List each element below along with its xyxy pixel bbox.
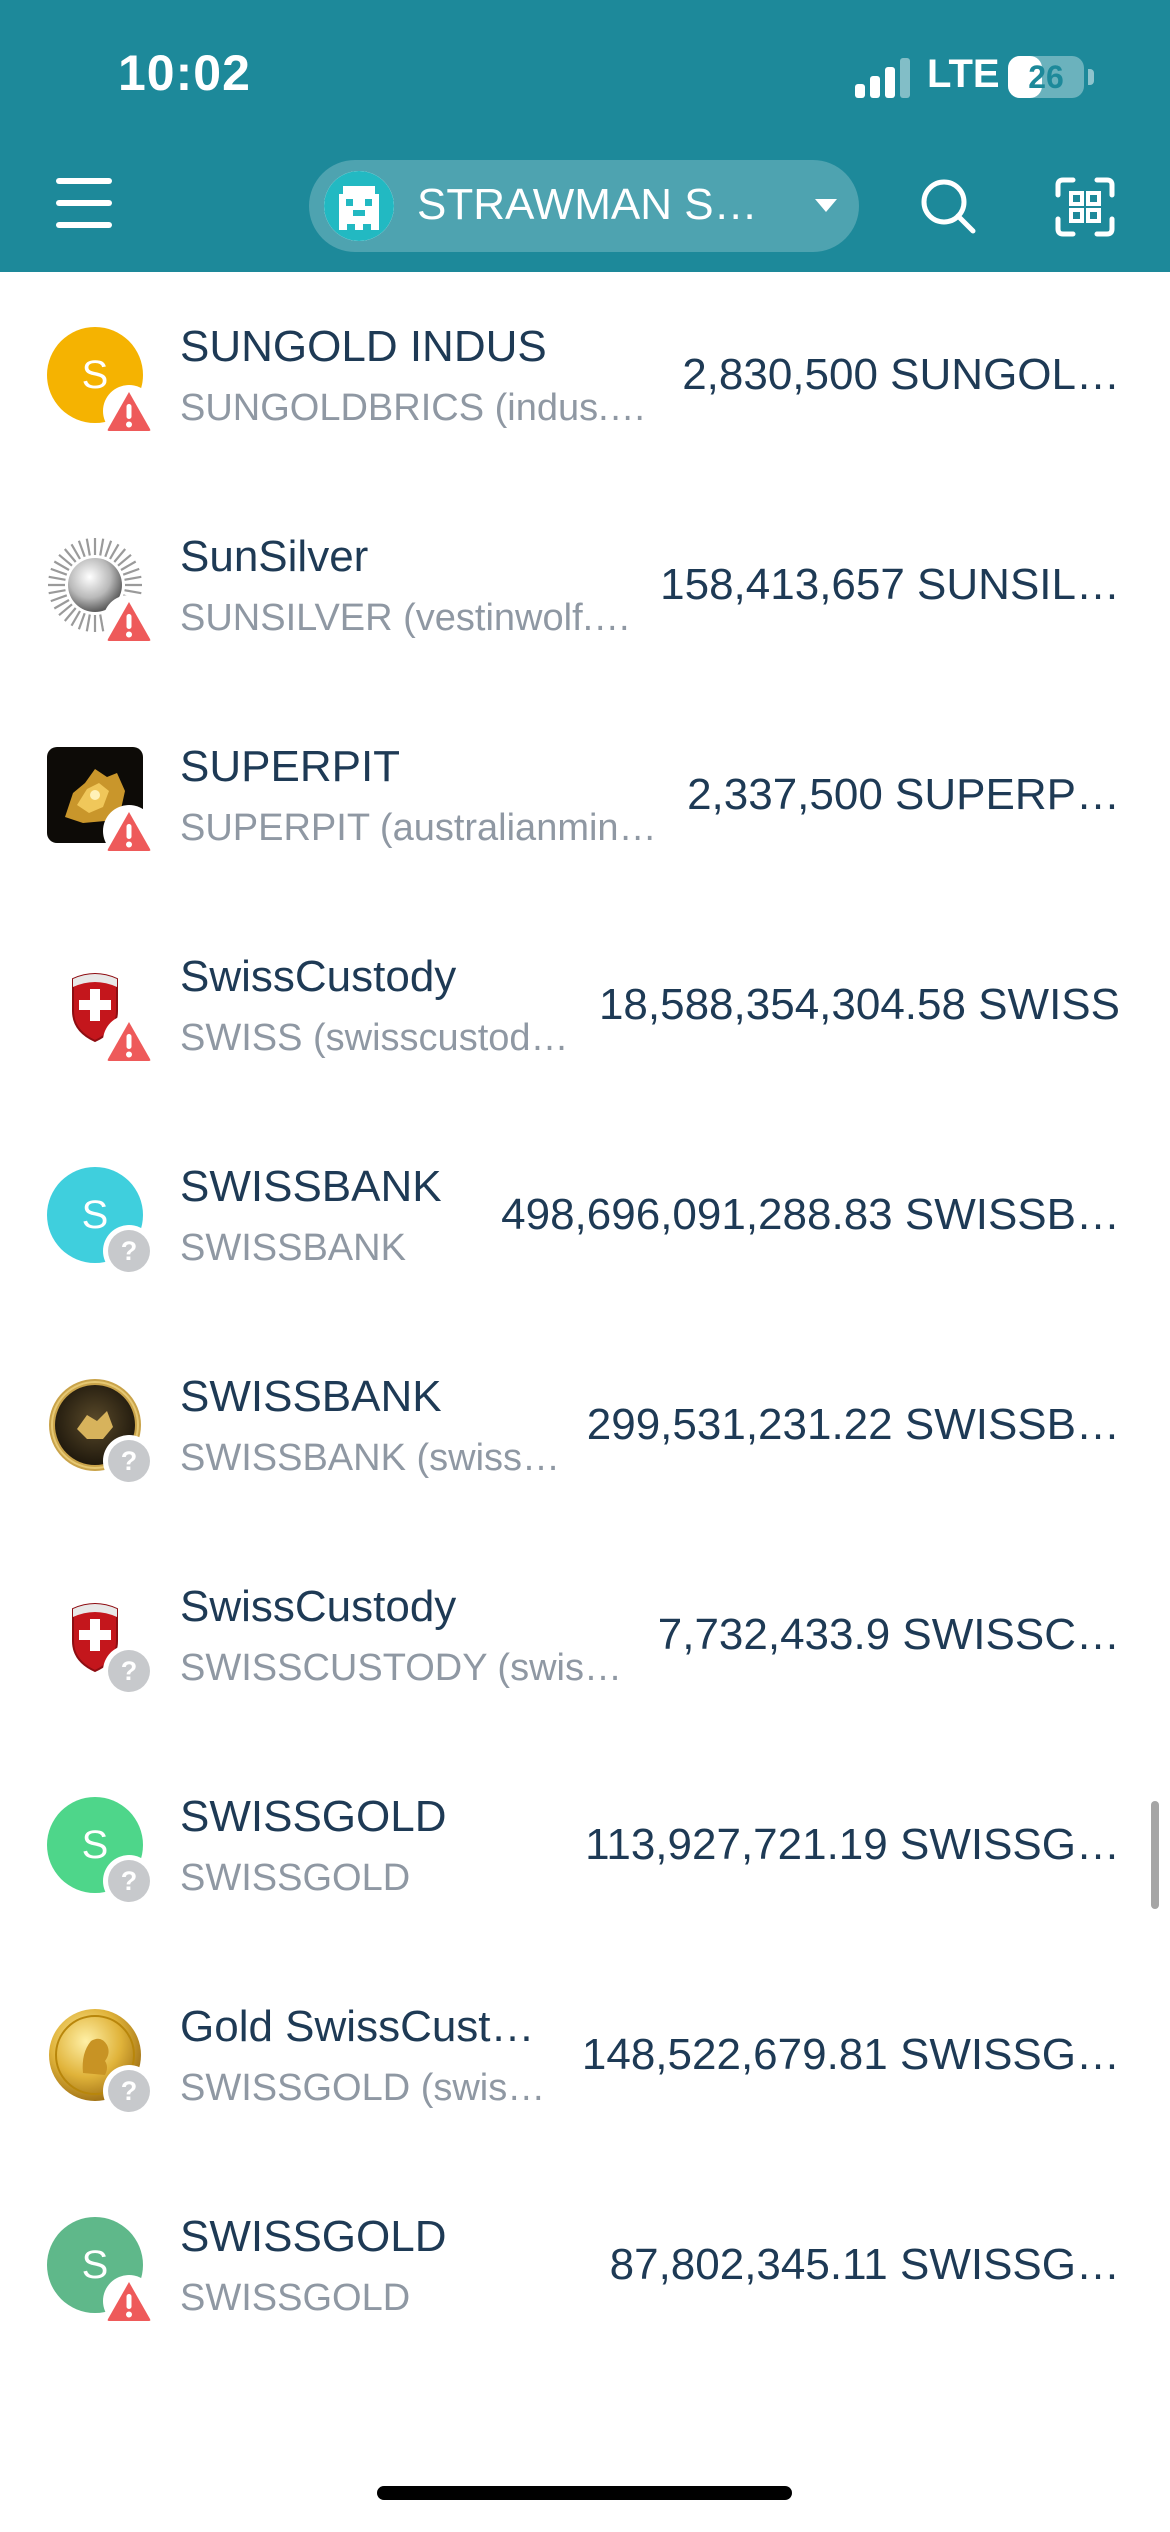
svg-text:?: ?	[121, 1656, 138, 1686]
status-time: 10:02	[118, 45, 251, 101]
token-logo: S	[47, 327, 155, 437]
token-balance: 148,522,679.81 SWISSG…	[581, 2030, 1120, 2079]
search-icon[interactable]	[918, 176, 978, 236]
token-issuer: SWISSGOLD	[180, 1857, 411, 1899]
signal-icon	[855, 58, 913, 98]
token-issuer: SWISSBANK (swissc…	[180, 1437, 563, 1479]
token-list[interactable]: S SUNGOLD INDUS SUNGOLDBRICS (indus.… 2,830…	[0, 272, 1170, 2440]
token-row[interactable]: S? SWISSBANK SWISSBANK 498,696,091,288.83 S…	[0, 1112, 1170, 1322]
token-issuer: SWISSBANK	[180, 1227, 406, 1269]
token-logo: S?	[47, 1797, 155, 1907]
token-name: SunSilver	[180, 532, 369, 581]
token-name: SUNGOLD INDUS	[180, 322, 547, 371]
token-balance: 7,732,433.9 SWISSC…	[657, 1610, 1120, 1659]
question-mark-icon: ?	[103, 1855, 155, 1907]
token-issuer: SWISSGOLD	[180, 2277, 411, 2319]
qr-scan-icon[interactable]	[1055, 177, 1115, 237]
token-name: SWISSBANK	[180, 1162, 442, 1211]
token-row[interactable]: S? SWISSGOLD SWISSGOLD 113,927,721.19 SWISS…	[0, 1742, 1170, 1952]
token-balance: 18,588,354,304.58 SWISS	[598, 980, 1120, 1029]
battery-icon: 26	[1008, 56, 1084, 98]
home-indicator	[377, 2486, 792, 2500]
token-name: SwissCustody	[180, 1582, 457, 1631]
svg-text:?: ?	[121, 1236, 138, 1266]
token-logo: S?	[47, 1167, 155, 1277]
token-row[interactable]: ? SwissCustody SWISSCUSTODY (swiss… 7,732,4…	[0, 1532, 1170, 1742]
question-mark-icon: ?	[103, 1435, 155, 1487]
token-row[interactable]: S SWISSGOLD SWISSGOLD 87,802,345.11 SWISSG…	[0, 2162, 1170, 2372]
network-label: LTE	[927, 52, 1000, 96]
token-name: SUPERPIT	[180, 742, 401, 791]
token-name: SwissCustody	[180, 952, 457, 1001]
question-mark-icon: ?	[103, 1225, 155, 1277]
account-avatar	[324, 171, 394, 241]
token-balance: 158,413,657 SUNSIL…	[660, 560, 1120, 609]
token-logo	[47, 747, 155, 857]
warning-icon	[103, 2275, 155, 2327]
token-balance: 498,696,091,288.83 SWISSB…	[501, 1190, 1120, 1239]
token-issuer: SWISS (swisscustod…	[180, 1017, 569, 1059]
token-issuer: SWISSCUSTODY (swiss…	[180, 1647, 634, 1689]
question-mark-icon: ?	[103, 2065, 155, 2117]
battery-level: 26	[1028, 59, 1064, 95]
token-row[interactable]: ? SWISSBANK SWISSBANK (swissc… 299,531,231.…	[0, 1322, 1170, 1532]
token-name: Gold SwissCusto…	[180, 2002, 558, 2051]
battery-tip	[1088, 69, 1094, 85]
token-logo: S	[47, 2217, 155, 2327]
token-logo	[47, 957, 155, 1067]
svg-text:?: ?	[121, 1446, 138, 1476]
token-balance: 299,531,231.22 SWISSB…	[586, 1400, 1120, 1449]
token-name: SWISSGOLD	[180, 2212, 447, 2261]
token-row[interactable]: SwissCustody SWISS (swisscustod… 18,588,35…	[0, 902, 1170, 1112]
warning-icon	[103, 595, 155, 647]
token-issuer: SUNGOLDBRICS (indus.…	[180, 387, 647, 429]
token-logo	[47, 537, 155, 647]
token-row[interactable]: S SUNGOLD INDUS SUNGOLDBRICS (indus.… 2,830…	[0, 272, 1170, 482]
warning-icon	[103, 1015, 155, 1067]
warning-icon	[103, 805, 155, 857]
token-logo: ?	[47, 1587, 155, 1697]
token-balance: 87,802,345.11 SWISSG…	[609, 2240, 1120, 2289]
menu-icon[interactable]	[56, 178, 112, 228]
chevron-down-icon	[815, 199, 837, 212]
svg-text:?: ?	[121, 2076, 138, 2106]
token-balance: 2,830,500 SUNGOL…	[682, 350, 1120, 399]
token-name: SWISSGOLD	[180, 1792, 447, 1841]
warning-icon	[103, 385, 155, 437]
token-issuer: SUNSILVER (vestinwolf.…	[180, 597, 632, 639]
token-issuer: SWISSGOLD (swiss…	[180, 2067, 558, 2109]
token-row[interactable]: SunSilver SUNSILVER (vestinwolf.… 158,413,…	[0, 482, 1170, 692]
token-row[interactable]: SUPERPIT SUPERPIT (australianmines… 2,337,…	[0, 692, 1170, 902]
app-header: 10:02 LTE 26 STRAWMAN ST…	[0, 0, 1170, 272]
account-selector[interactable]: STRAWMAN ST…	[309, 160, 859, 252]
token-logo: ?	[47, 2007, 155, 2117]
scrollbar[interactable]	[1151, 1801, 1159, 1909]
account-name: STRAWMAN ST…	[417, 180, 777, 229]
token-issuer: SUPERPIT (australianmines…	[180, 807, 663, 849]
token-logo: ?	[47, 1377, 155, 1487]
svg-text:?: ?	[121, 1866, 138, 1896]
token-balance: 113,927,721.19 SWISSG…	[585, 1820, 1120, 1869]
token-name: SWISSBANK	[180, 1372, 442, 1421]
question-mark-icon: ?	[103, 1645, 155, 1697]
token-row[interactable]: ? Gold SwissCusto… SWISSGOLD (swiss… 148,52…	[0, 1952, 1170, 2162]
token-balance: 2,337,500 SUPERP…	[687, 770, 1120, 819]
